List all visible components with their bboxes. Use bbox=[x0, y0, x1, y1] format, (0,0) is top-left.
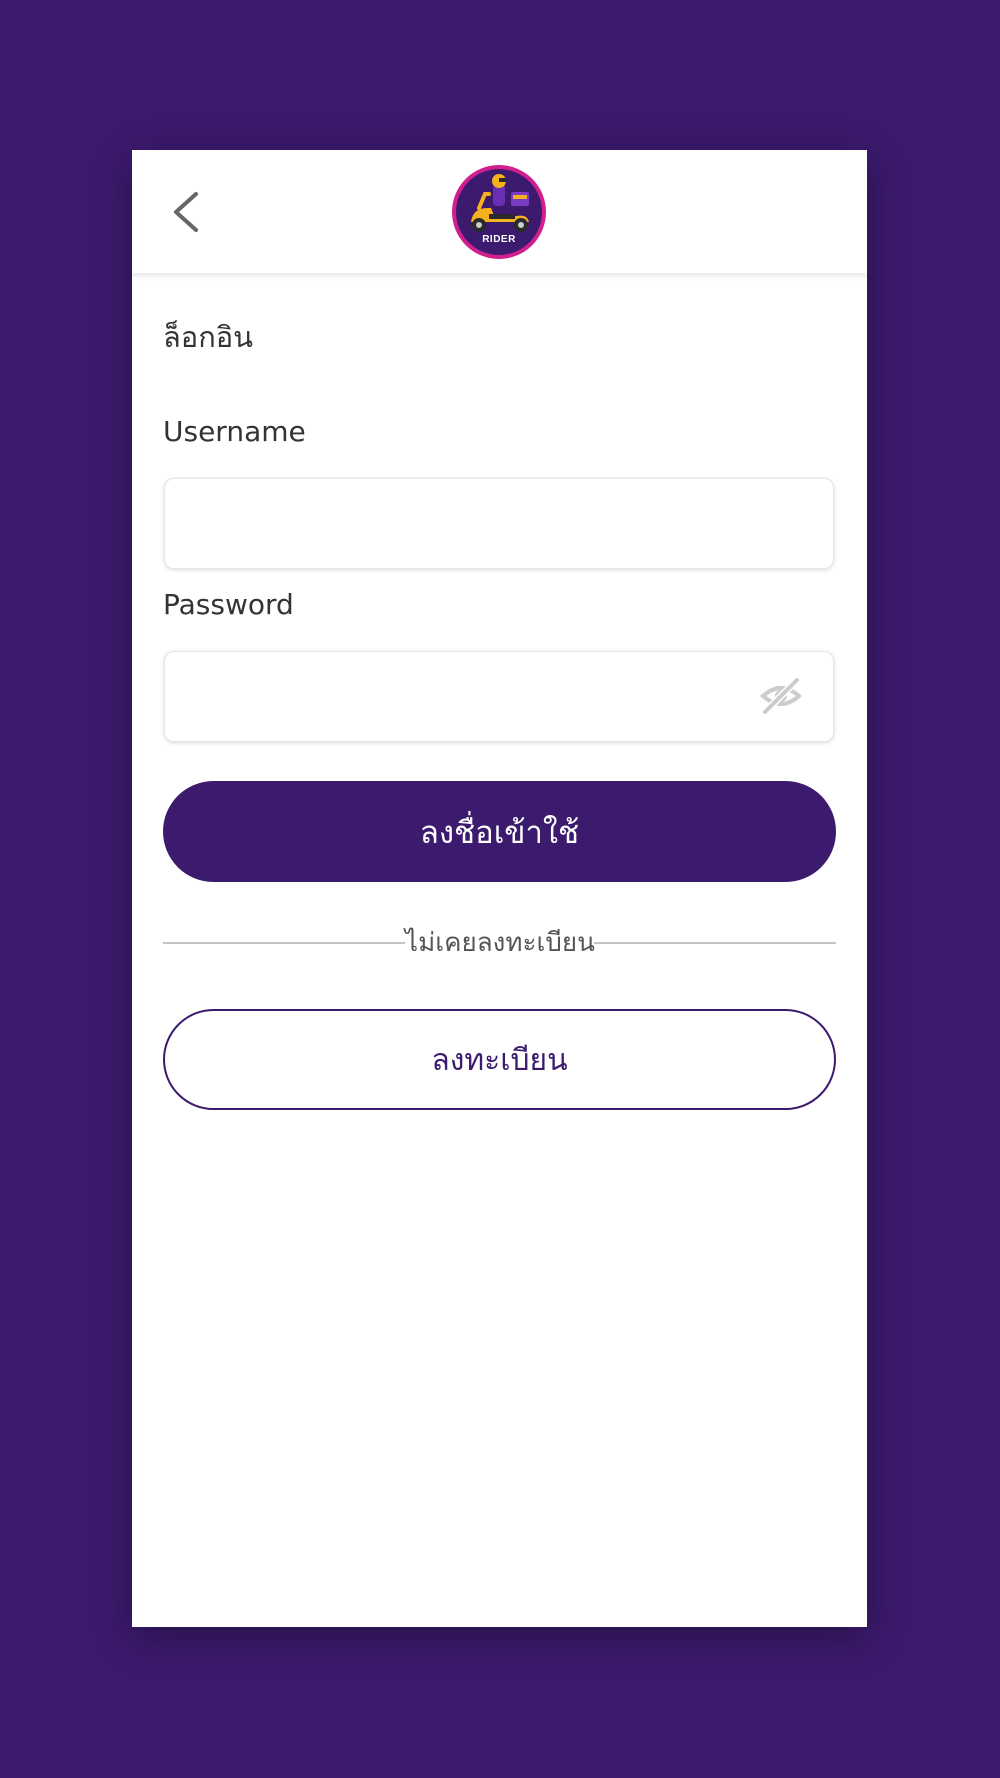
username-field-container bbox=[164, 478, 834, 570]
app-screen: RIDER ล็อกอิน Username Password ลงชื่อเข… bbox=[132, 150, 867, 1627]
rider-logo: RIDER bbox=[451, 164, 547, 260]
app-header: RIDER bbox=[132, 150, 867, 273]
logo-text: RIDER bbox=[482, 234, 516, 245]
page-title: ล็อกอิน bbox=[163, 320, 253, 354]
scooter-icon bbox=[452, 165, 546, 259]
divider-text: ไม่เคยลงทะเบียน bbox=[405, 928, 595, 958]
chevron-left-icon bbox=[174, 192, 198, 232]
register-divider: ไม่เคยลงทะเบียน bbox=[163, 923, 836, 963]
register-button[interactable]: ลงทะเบียน bbox=[163, 1009, 836, 1110]
username-label: Username bbox=[163, 415, 306, 448]
password-field-container bbox=[164, 651, 834, 743]
divider-line-left bbox=[163, 942, 405, 944]
divider-line-right bbox=[594, 942, 836, 944]
password-visibility-toggle[interactable] bbox=[759, 676, 803, 716]
login-button[interactable]: ลงชื่อเข้าใช้ bbox=[163, 781, 836, 882]
password-label: Password bbox=[163, 588, 294, 621]
eye-off-icon bbox=[759, 677, 803, 715]
back-button[interactable] bbox=[160, 186, 208, 238]
password-input[interactable] bbox=[183, 652, 747, 743]
username-input[interactable] bbox=[183, 479, 747, 570]
